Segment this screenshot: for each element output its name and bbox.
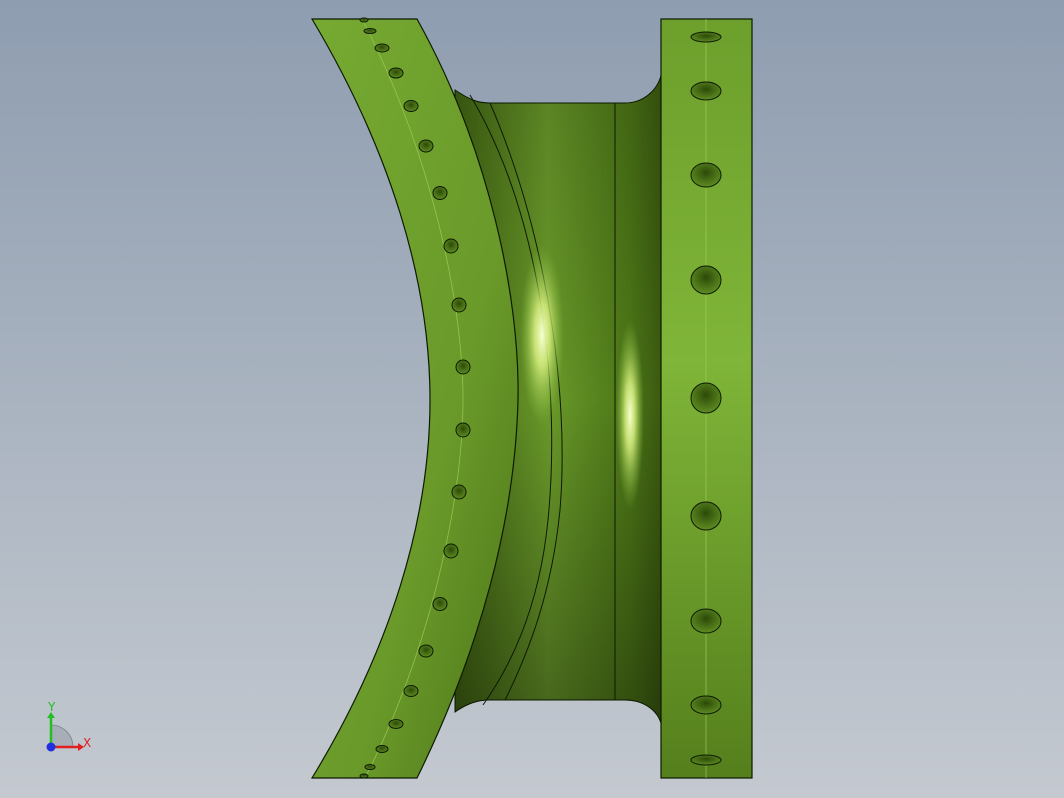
z-axis-dot <box>46 742 56 752</box>
spoke-hole <box>418 139 434 153</box>
spoke-hole <box>359 17 369 23</box>
spoke-hole <box>443 238 459 254</box>
spoke-hole <box>443 543 459 559</box>
spoke-hole <box>451 297 467 313</box>
spoke-hole <box>403 685 419 697</box>
spoke-hole <box>690 265 722 295</box>
spoke-hole <box>690 382 722 414</box>
spoke-hole <box>374 43 390 53</box>
spoke-hole <box>388 719 404 729</box>
x-axis-label: X <box>83 736 91 750</box>
spoke-hole <box>418 644 434 658</box>
spoke-hole <box>364 764 376 770</box>
spoke-hole <box>403 100 419 112</box>
spoke-hole <box>375 745 389 753</box>
y-axis-label: Y <box>47 700 56 714</box>
spoke-hole <box>455 359 471 375</box>
graphics-viewport[interactable]: X Y <box>0 0 1064 798</box>
spoke-hole <box>690 608 722 634</box>
spoke-hole <box>690 754 722 766</box>
spoke-hole <box>690 501 722 531</box>
spoke-hole <box>432 597 448 611</box>
spoke-hole <box>690 81 722 101</box>
spoke-hole <box>451 484 467 500</box>
spoke-hole <box>690 162 722 188</box>
spoke-hole <box>363 28 377 34</box>
spoke-hole <box>690 695 722 715</box>
spoke-hole <box>690 31 722 43</box>
hub-highlight-left <box>520 245 564 425</box>
spoke-hole <box>388 67 404 79</box>
spoke-hole <box>455 422 471 438</box>
model-view[interactable]: X Y <box>0 0 1064 798</box>
spoke-hole <box>432 186 448 200</box>
spoke-hole <box>359 773 369 779</box>
hub-highlight-right <box>616 320 644 510</box>
